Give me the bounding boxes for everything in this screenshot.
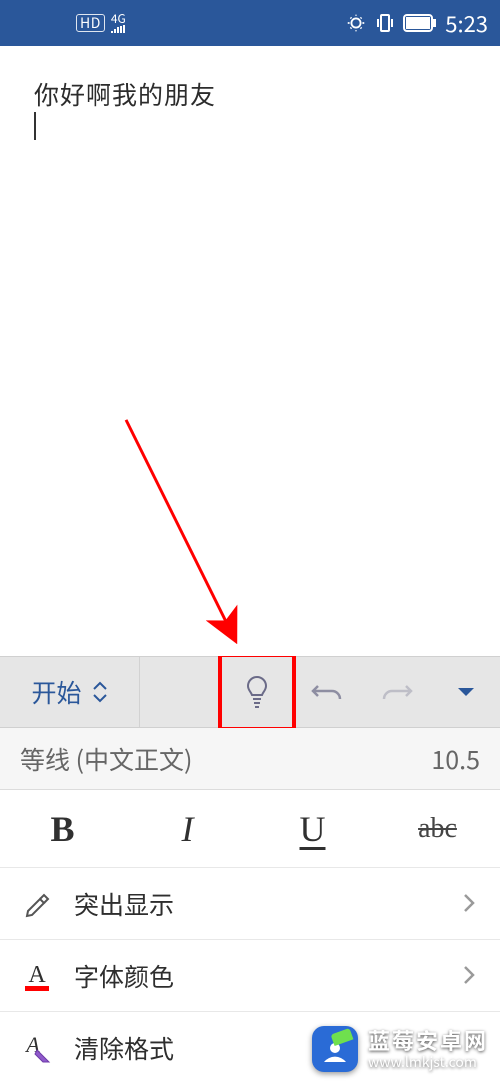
watermark-title: 蓝莓安卓网	[368, 1027, 488, 1053]
strikethrough-button[interactable]: abc	[375, 813, 500, 845]
expand-button[interactable]	[432, 657, 500, 727]
status-left: HD 4G	[76, 13, 126, 34]
highlighter-icon	[20, 887, 54, 921]
text-cursor	[34, 112, 36, 140]
battery-icon	[403, 14, 437, 32]
network-label: 4G	[111, 13, 126, 25]
font-size-label: 10.5	[431, 741, 480, 777]
watermark-url: www.lmkjst.com	[368, 1054, 488, 1071]
svg-text:A: A	[28, 962, 46, 988]
undo-button[interactable]	[292, 657, 362, 727]
document-area[interactable]: 你好啊我的朋友	[0, 46, 500, 656]
font-info-row[interactable]: 等线 (中文正文) 10.5	[0, 728, 500, 790]
chevron-right-icon	[462, 886, 476, 922]
status-bar: HD 4G 5:23	[0, 0, 500, 46]
undo-icon	[310, 678, 344, 706]
hd-indicator: HD	[76, 14, 105, 32]
caret-down-icon	[456, 686, 476, 698]
eye-comfort-icon	[345, 12, 367, 34]
clock: 5:23	[445, 7, 488, 39]
highlight-label: 突出显示	[74, 886, 442, 922]
vibrate-icon	[375, 12, 395, 34]
annotation-arrow	[0, 46, 500, 656]
watermark-badge-icon	[312, 1026, 358, 1072]
watermark-text: 蓝莓安卓网 www.lmkjst.com	[368, 1027, 488, 1070]
bold-button[interactable]: B	[0, 808, 125, 850]
font-color-menu-item[interactable]: A 字体颜色	[0, 940, 500, 1012]
clear-format-icon: A	[20, 1031, 54, 1065]
document-text: 你好啊我的朋友	[34, 76, 216, 112]
highlight-menu-item[interactable]: 突出显示	[0, 868, 500, 940]
chevron-right-icon	[462, 958, 476, 994]
toolbar-spacer	[140, 657, 222, 727]
underline-button[interactable]: U	[250, 808, 375, 850]
redo-icon	[380, 678, 414, 706]
ribbon-tab-selector[interactable]: 开始	[0, 657, 140, 727]
font-color-label: 字体颜色	[74, 958, 442, 994]
ribbon-tab-label: 开始	[31, 674, 81, 710]
toolbar: 开始	[0, 656, 500, 728]
font-name-label: 等线 (中文正文)	[20, 741, 431, 777]
tell-me-button[interactable]	[222, 657, 292, 727]
status-right: 5:23	[345, 7, 488, 39]
watermark: 蓝莓安卓网 www.lmkjst.com	[312, 1026, 488, 1072]
italic-button[interactable]: I	[125, 808, 250, 850]
redo-button[interactable]	[362, 657, 432, 727]
updown-icon	[92, 681, 108, 703]
text-style-row: B I U abc	[0, 790, 500, 868]
font-color-icon: A	[20, 959, 54, 993]
signal-4g-indicator: 4G	[111, 13, 126, 34]
lightbulb-icon	[243, 674, 271, 710]
